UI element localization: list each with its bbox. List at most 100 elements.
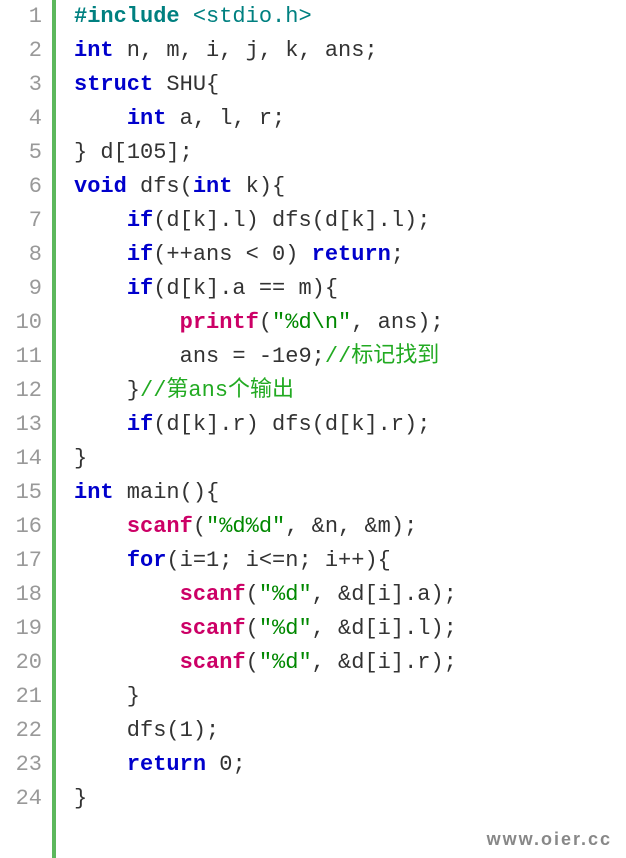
- code-token: , &d[i].l);: [312, 616, 457, 641]
- code-line[interactable]: scanf("%d", &d[i].r);: [74, 646, 626, 680]
- code-token: [74, 242, 127, 267]
- line-number: 14: [0, 442, 42, 476]
- code-token: k){: [232, 174, 285, 199]
- line-number: 8: [0, 238, 42, 272]
- code-token: , ans);: [351, 310, 443, 335]
- code-token: if: [127, 412, 153, 437]
- code-token: }: [74, 684, 140, 709]
- code-token: 0: [272, 242, 285, 267]
- code-token: //第ans个输出: [140, 378, 294, 403]
- code-line[interactable]: }//第ans个输出: [74, 374, 626, 408]
- code-line[interactable]: }: [74, 442, 626, 476]
- code-line[interactable]: struct SHU{: [74, 68, 626, 102]
- code-token: main(){: [114, 480, 220, 505]
- code-line[interactable]: }: [74, 782, 626, 816]
- code-token: void: [74, 174, 127, 199]
- code-token: SHU{: [153, 72, 219, 97]
- code-line[interactable]: } d[105];: [74, 136, 626, 170]
- line-number: 7: [0, 204, 42, 238]
- code-token: scanf: [127, 514, 193, 539]
- code-line[interactable]: int main(){: [74, 476, 626, 510]
- code-token: "%d\n": [272, 310, 351, 335]
- code-token: [74, 276, 127, 301]
- code-token: for: [127, 548, 167, 573]
- code-token: scanf: [180, 650, 246, 675]
- code-token: }: [74, 378, 140, 403]
- code-token: int: [74, 38, 114, 63]
- code-token: printf: [180, 310, 259, 335]
- line-number: 18: [0, 578, 42, 612]
- code-token: a, l, r;: [166, 106, 285, 131]
- code-token: "%d%d": [206, 514, 285, 539]
- line-number: 21: [0, 680, 42, 714]
- code-line[interactable]: int n, m, i, j, k, ans;: [74, 34, 626, 68]
- line-number: 20: [0, 646, 42, 680]
- line-number: 6: [0, 170, 42, 204]
- code-token: [74, 412, 127, 437]
- code-token: int: [127, 106, 167, 131]
- code-token: //标记找到: [325, 344, 439, 369]
- line-number: 16: [0, 510, 42, 544]
- code-token: "%d": [259, 616, 312, 641]
- code-token: return: [312, 242, 391, 267]
- code-token: (i=: [166, 548, 206, 573]
- line-number-gutter: 123456789101112131415161718192021222324: [0, 0, 56, 858]
- code-token: 1e9: [272, 344, 312, 369]
- code-line[interactable]: return 0;: [74, 748, 626, 782]
- code-line[interactable]: }: [74, 680, 626, 714]
- code-token: [74, 514, 127, 539]
- line-number: 2: [0, 34, 42, 68]
- code-token: [74, 310, 180, 335]
- code-line[interactable]: ans = -1e9;//标记找到: [74, 340, 626, 374]
- code-token: 1: [180, 718, 193, 743]
- code-line[interactable]: int a, l, r;: [74, 102, 626, 136]
- line-number: 19: [0, 612, 42, 646]
- code-token: #include: [74, 4, 180, 29]
- code-line[interactable]: scanf("%d%d", &n, &m);: [74, 510, 626, 544]
- code-token: ;: [312, 344, 325, 369]
- code-line[interactable]: dfs(1);: [74, 714, 626, 748]
- code-token: , &d[i].r);: [312, 650, 457, 675]
- watermark: www.oier.cc: [487, 829, 612, 850]
- code-line[interactable]: if(d[k].l) dfs(d[k].l);: [74, 204, 626, 238]
- code-token: n, m, i, j, k, ans;: [114, 38, 378, 63]
- code-token: (: [246, 650, 259, 675]
- line-number: 5: [0, 136, 42, 170]
- code-token: ;: [391, 242, 404, 267]
- code-line[interactable]: printf("%d\n", ans);: [74, 306, 626, 340]
- code-line[interactable]: for(i=1; i<=n; i++){: [74, 544, 626, 578]
- code-line[interactable]: if(++ans < 0) return;: [74, 238, 626, 272]
- line-number: 1: [0, 0, 42, 34]
- code-token: (: [193, 514, 206, 539]
- code-token: [74, 106, 127, 131]
- code-line[interactable]: void dfs(int k){: [74, 170, 626, 204]
- code-token: (d[k].l) dfs(d[k].l);: [153, 208, 430, 233]
- code-area[interactable]: #include <stdio.h>int n, m, i, j, k, ans…: [56, 0, 626, 858]
- code-token: struct: [74, 72, 153, 97]
- code-token: ; i<=n; i++){: [219, 548, 391, 573]
- code-token: int: [74, 480, 114, 505]
- code-line[interactable]: scanf("%d", &d[i].l);: [74, 612, 626, 646]
- code-token: ans = -: [74, 344, 272, 369]
- line-number: 15: [0, 476, 42, 510]
- code-token: dfs(: [127, 174, 193, 199]
- code-token: scanf: [180, 582, 246, 607]
- code-token: if: [127, 276, 153, 301]
- code-token: [74, 752, 127, 777]
- line-number: 3: [0, 68, 42, 102]
- code-token: scanf: [180, 616, 246, 641]
- code-token: ): [285, 242, 311, 267]
- code-line[interactable]: if(d[k].a == m){: [74, 272, 626, 306]
- code-token: [206, 752, 219, 777]
- code-editor: 123456789101112131415161718192021222324 …: [0, 0, 626, 858]
- code-line[interactable]: if(d[k].r) dfs(d[k].r);: [74, 408, 626, 442]
- code-token: "%d": [259, 650, 312, 675]
- line-number: 12: [0, 374, 42, 408]
- line-number: 23: [0, 748, 42, 782]
- code-token: [180, 4, 193, 29]
- code-token: [74, 548, 127, 573]
- code-token: [74, 208, 127, 233]
- code-line[interactable]: #include <stdio.h>: [74, 0, 626, 34]
- code-line[interactable]: scanf("%d", &d[i].a);: [74, 578, 626, 612]
- code-token: if: [127, 208, 153, 233]
